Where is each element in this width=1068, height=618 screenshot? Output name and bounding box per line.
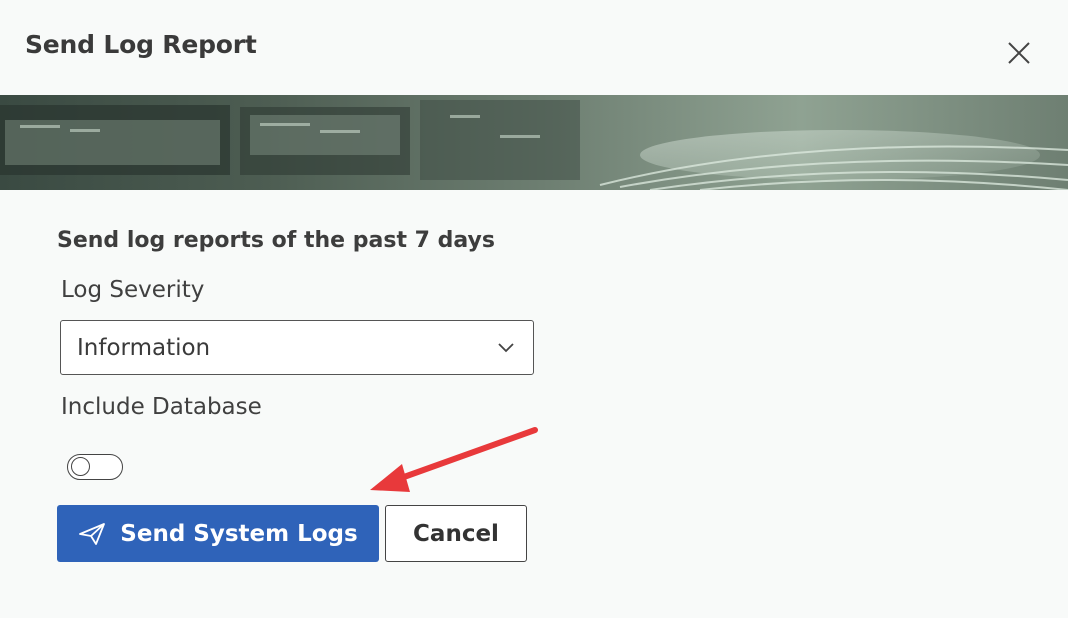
log-severity-select[interactable]: Information (60, 320, 534, 375)
close-icon (1008, 42, 1030, 64)
header-banner-image (0, 95, 1068, 190)
cancel-button-label: Cancel (413, 520, 499, 547)
dialog-title: Send Log Report (25, 30, 257, 59)
send-button-label: Send System Logs (120, 520, 358, 547)
close-button[interactable] (1000, 34, 1038, 72)
log-severity-label: Log Severity (61, 277, 205, 303)
paper-plane-icon (79, 522, 106, 545)
cancel-button[interactable]: Cancel (385, 505, 527, 562)
toggle-knob (71, 457, 90, 476)
report-period-heading: Send log reports of the past 7 days (57, 228, 495, 253)
annotation-arrow (370, 427, 538, 492)
send-system-logs-button[interactable]: Send System Logs (57, 505, 379, 562)
chevron-down-icon (498, 343, 514, 353)
include-database-label: Include Database (61, 394, 262, 420)
include-database-toggle[interactable] (67, 454, 123, 480)
log-severity-value: Information (77, 335, 211, 361)
send-log-report-dialog: Send Log Report Send log reports of the … (0, 0, 1068, 618)
